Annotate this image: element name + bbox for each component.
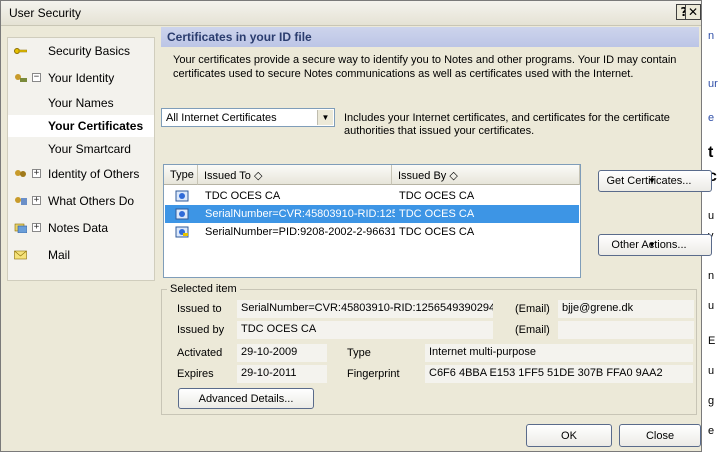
- expand-icon[interactable]: +: [32, 169, 41, 178]
- collapse-icon[interactable]: −: [32, 73, 41, 82]
- sidebar: Security Basics − Your Identity Your Nam…: [7, 37, 155, 281]
- intro-text: Your certificates provide a secure way t…: [173, 54, 677, 80]
- notes-data-icon: [14, 223, 27, 233]
- column-header-issued-to[interactable]: Issued To ◇: [198, 165, 392, 185]
- certificate-filter-value: All Internet Certificates: [166, 112, 277, 124]
- sidebar-item-label: Identity of Others: [48, 167, 140, 181]
- sidebar-item-label: What Others Do: [48, 194, 135, 208]
- certificate-icon: [175, 190, 189, 202]
- expand-icon[interactable]: +: [32, 196, 41, 205]
- identity-icon: [15, 74, 27, 82]
- dropdown-arrow-icon: ▼: [648, 176, 656, 186]
- background-text: n: [708, 30, 715, 42]
- type-value: Internet multi-purpose: [425, 344, 693, 362]
- issued-to-value: SerialNumber=CVR:45803910-RID:1256549390…: [237, 300, 493, 318]
- column-header-type[interactable]: Type: [164, 165, 198, 185]
- sidebar-item-what-others-do[interactable]: + What Others Do: [8, 190, 154, 212]
- get-certificates-button[interactable]: Get Certificates... ▼: [598, 170, 712, 192]
- chevron-down-icon[interactable]: ▼: [317, 110, 333, 125]
- type-label: Type: [347, 347, 371, 359]
- issued-to-label: Issued to: [177, 303, 222, 315]
- title-bar[interactable]: User Security ? ✕: [1, 1, 701, 26]
- background-text: e: [708, 425, 715, 437]
- button-label: Close: [645, 429, 675, 442]
- column-header-issued-by[interactable]: Issued By ◇: [392, 165, 580, 185]
- sidebar-item-label: Notes Data: [48, 221, 109, 235]
- email-value: bjje@grene.dk: [558, 300, 694, 318]
- user-security-dialog: User Security ? ✕ Security Basics − Your…: [0, 0, 712, 452]
- dropdown-arrow-icon: ▼: [648, 240, 656, 250]
- expires-value: 29-10-2011: [237, 365, 327, 383]
- others-do-icon: [15, 197, 27, 205]
- key-icon: [14, 48, 27, 54]
- fingerprint-value: C6F6 4BBA E153 1FF5 51DE 307B FFA0 9AA2: [425, 365, 693, 383]
- column-header-label: Issued To ◇: [204, 170, 263, 182]
- column-header-label: Issued By ◇: [398, 170, 458, 182]
- button-label: Advanced Details...: [198, 392, 294, 405]
- activated-label: Activated: [177, 347, 223, 359]
- issued-to-cell: TDC OCES CA: [205, 190, 281, 202]
- issued-by-cell: TDC OCES CA: [399, 208, 475, 220]
- table-row[interactable]: SerialNumber=PID:9208-2002-2-966310 TDC …: [165, 223, 579, 241]
- fingerprint-label: Fingerprint: [347, 368, 400, 380]
- page-title: Certificates in your ID file: [167, 30, 312, 44]
- issued-by-value: TDC OCES CA: [237, 321, 493, 339]
- certificate-table: Type Issued To ◇ Issued By ◇ TDC OCES CA…: [163, 164, 581, 278]
- issued-to-cell: SerialNumber=PID:9208-2002-2-966310: [205, 226, 395, 238]
- sidebar-item-your-smartcard[interactable]: Your Smartcard: [8, 138, 154, 160]
- column-header-label: Type: [170, 169, 194, 181]
- activated-value: 29-10-2009: [237, 344, 327, 362]
- sidebar-item-mail[interactable]: Mail: [8, 244, 154, 266]
- background-text: ur: [708, 78, 718, 90]
- table-row[interactable]: SerialNumber=CVR:45803910-RID:1256 TDC O…: [165, 205, 579, 223]
- email-label: (Email): [515, 324, 550, 336]
- sidebar-item-label: Your Certificates: [48, 119, 144, 133]
- selected-item-legend: Selected item: [167, 283, 240, 295]
- dialog-title: User Security: [9, 6, 82, 20]
- filter-description: Includes your Internet certificates, and…: [344, 112, 670, 137]
- sidebar-item-label: Security Basics: [48, 44, 131, 58]
- background-document: n ur e t c u v n u E u g e: [702, 0, 724, 454]
- close-button[interactable]: Close: [619, 424, 701, 447]
- ok-button[interactable]: OK: [526, 424, 612, 447]
- certificate-icon: [175, 208, 189, 220]
- sidebar-item-label: Your Smartcard: [48, 142, 131, 156]
- sidebar-item-notes-data[interactable]: + Notes Data: [8, 217, 154, 239]
- sidebar-item-security-basics[interactable]: Security Basics: [8, 40, 154, 62]
- sidebar-item-your-certificates[interactable]: Your Certificates: [8, 115, 154, 137]
- mail-icon: [14, 250, 27, 260]
- background-text: g: [708, 395, 715, 407]
- others-icon: [15, 170, 26, 177]
- issued-by-cell: TDC OCES CA: [399, 190, 475, 202]
- sidebar-item-label: Your Identity: [48, 71, 115, 85]
- expand-icon[interactable]: +: [32, 223, 41, 232]
- background-text: t: [708, 144, 714, 161]
- background-text: u: [708, 210, 715, 222]
- sidebar-item-label: Mail: [48, 248, 71, 262]
- certificate-key-icon: [175, 226, 189, 238]
- close-icon[interactable]: ✕: [685, 4, 701, 20]
- background-text: u: [708, 365, 715, 377]
- sidebar-item-your-names[interactable]: Your Names: [8, 92, 154, 114]
- issued-by-cell: TDC OCES CA: [399, 226, 475, 238]
- sidebar-item-label: Your Names: [48, 96, 114, 110]
- other-actions-button[interactable]: Other Actions... ▼: [598, 234, 712, 256]
- background-text: e: [708, 112, 715, 124]
- sidebar-item-your-identity[interactable]: − Your Identity: [8, 67, 154, 89]
- background-text: E: [708, 335, 716, 347]
- certificate-filter-select[interactable]: All Internet Certificates ▼: [161, 108, 335, 127]
- background-text: u: [708, 300, 715, 312]
- sidebar-item-identity-of-others[interactable]: + Identity of Others: [8, 163, 154, 185]
- button-label: OK: [561, 429, 577, 442]
- issued-to-cell: SerialNumber=CVR:45803910-RID:1256: [205, 208, 395, 220]
- email-value: [558, 321, 694, 339]
- email-label: (Email): [515, 303, 550, 315]
- section-header: Certificates in your ID file: [161, 27, 699, 47]
- background-text: n: [708, 270, 715, 282]
- expires-label: Expires: [177, 368, 214, 380]
- advanced-details-button[interactable]: Advanced Details...: [178, 388, 314, 409]
- table-row[interactable]: TDC OCES CA TDC OCES CA: [165, 187, 579, 205]
- issued-by-label: Issued by: [177, 324, 225, 336]
